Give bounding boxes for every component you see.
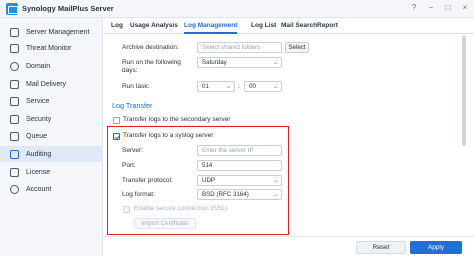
shield-icon	[10, 114, 19, 124]
log-format-value: BSD (RFC 3164)	[202, 191, 249, 198]
archive-destination-label: Archive destination:	[122, 44, 179, 51]
mailplus-app-icon	[6, 3, 18, 15]
chevron-down-icon: ⌄	[272, 178, 278, 184]
server-ip-input[interactable]: Enter the server IP	[197, 145, 282, 156]
protocol-value: UDP	[202, 177, 216, 184]
archive-destination-field[interactable]: Select shared folders	[197, 42, 282, 53]
protocol-label: Transfer protocol:	[122, 177, 173, 184]
sidebar-item-account[interactable]: Account	[0, 181, 103, 197]
sidebar-item-label: Security	[26, 115, 52, 123]
ssl-label: Enable secure connection (SSL)	[134, 205, 228, 212]
run-minute-select[interactable]: 00 ⌄	[244, 81, 282, 92]
title-bar: Synology MailPlus Server ? − □ ×	[0, 0, 474, 18]
chevron-down-icon: ⌄	[272, 60, 278, 66]
port-input[interactable]: 514	[197, 160, 282, 171]
run-minute-value: 00	[249, 83, 256, 90]
run-days-label: Run on the following days:	[122, 59, 181, 74]
monitor-icon	[10, 43, 19, 53]
sidebar-item-label: License	[26, 168, 51, 176]
close-icon[interactable]: ×	[460, 3, 470, 13]
footer-bar: Reset Apply	[104, 236, 474, 256]
chevron-down-icon: ⌄	[225, 84, 231, 90]
globe-icon	[10, 61, 19, 71]
log-format-label: Log format:	[122, 191, 155, 198]
account-icon	[10, 184, 19, 194]
run-hour-select[interactable]: 01 ⌄	[197, 81, 235, 92]
sidebar-item-label: Service	[26, 97, 50, 105]
window-controls: ? − □ ×	[409, 3, 470, 13]
tab-log-management[interactable]: Log Management	[184, 22, 238, 34]
run-task-label: Run task:	[122, 83, 150, 90]
port-label: Port:	[122, 162, 136, 169]
sidebar-item-license[interactable]: License	[0, 164, 103, 180]
run-days-select[interactable]: Saturday ⌄	[197, 57, 282, 68]
sidebar-item-security[interactable]: Security	[0, 111, 103, 127]
apply-button[interactable]: Apply	[410, 241, 462, 254]
sidebar-item-label: Domain	[26, 62, 51, 70]
tab-report[interactable]: Report	[317, 22, 338, 29]
tab-bar: Log Usage Analysis Log Management Log Li…	[104, 18, 474, 34]
sidebar-item-threat-monitor[interactable]: Threat Monitor	[0, 40, 103, 56]
vertical-scrollbar[interactable]	[462, 36, 466, 146]
ssl-checkbox[interactable]	[123, 206, 130, 213]
tab-mail-search[interactable]: Mail Search	[281, 22, 317, 29]
maximize-icon[interactable]: □	[443, 3, 453, 13]
service-icon	[10, 96, 19, 106]
log-transfer-section-title: Log Transfer	[112, 101, 153, 110]
tab-log[interactable]: Log	[111, 22, 123, 29]
import-certificate-button[interactable]: Import Certificate	[134, 218, 196, 229]
log-format-select[interactable]: BSD (RFC 3164) ⌄	[197, 189, 282, 200]
secondary-server-label: Transfer logs to the secondary server	[123, 116, 231, 123]
tab-usage-analysis[interactable]: Usage Analysis	[130, 22, 178, 29]
sidebar-item-label: Queue	[26, 132, 48, 140]
reset-button[interactable]: Reset	[356, 241, 406, 254]
syslog-checkbox[interactable]	[113, 133, 120, 140]
auditing-icon	[10, 149, 19, 159]
sidebar: Server Management Threat Monitor Domain …	[0, 18, 103, 256]
server-label: Server:	[122, 147, 143, 154]
minimize-icon[interactable]: −	[426, 3, 436, 13]
select-folder-button[interactable]: Select	[285, 42, 309, 53]
time-separator: :	[238, 83, 240, 90]
sidebar-item-auditing[interactable]: Auditing	[0, 146, 103, 162]
chevron-down-icon: ⌄	[272, 192, 278, 198]
secondary-server-checkbox[interactable]	[113, 117, 120, 124]
sidebar-item-label: Account	[26, 185, 52, 193]
run-days-value: Saturday	[202, 59, 227, 66]
license-icon	[10, 167, 19, 177]
run-hour-value: 01	[202, 83, 209, 90]
protocol-select[interactable]: UDP ⌄	[197, 175, 282, 186]
sidebar-item-label: Server Management	[26, 28, 90, 36]
sidebar-item-mail-delivery[interactable]: Mail Delivery	[0, 76, 103, 92]
chevron-down-icon: ⌄	[272, 84, 278, 90]
sidebar-item-domain[interactable]: Domain	[0, 58, 103, 74]
sidebar-item-label: Mail Delivery	[26, 80, 67, 88]
sidebar-item-label: Auditing	[26, 150, 52, 158]
log-management-panel: Archive destination: Select shared folde…	[104, 35, 464, 235]
sidebar-item-service[interactable]: Service	[0, 93, 103, 109]
app-title: Synology MailPlus Server	[22, 4, 114, 13]
sidebar-item-server-management[interactable]: Server Management	[0, 24, 103, 40]
help-icon[interactable]: ?	[409, 3, 419, 13]
server-icon	[10, 27, 19, 37]
queue-icon	[10, 131, 19, 141]
tab-log-list[interactable]: Log List	[251, 22, 276, 29]
sidebar-item-queue[interactable]: Queue	[0, 128, 103, 144]
syslog-label: Transfer logs to a syslog server	[123, 132, 214, 139]
sidebar-item-label: Threat Monitor	[26, 44, 72, 52]
mail-icon	[10, 79, 19, 89]
